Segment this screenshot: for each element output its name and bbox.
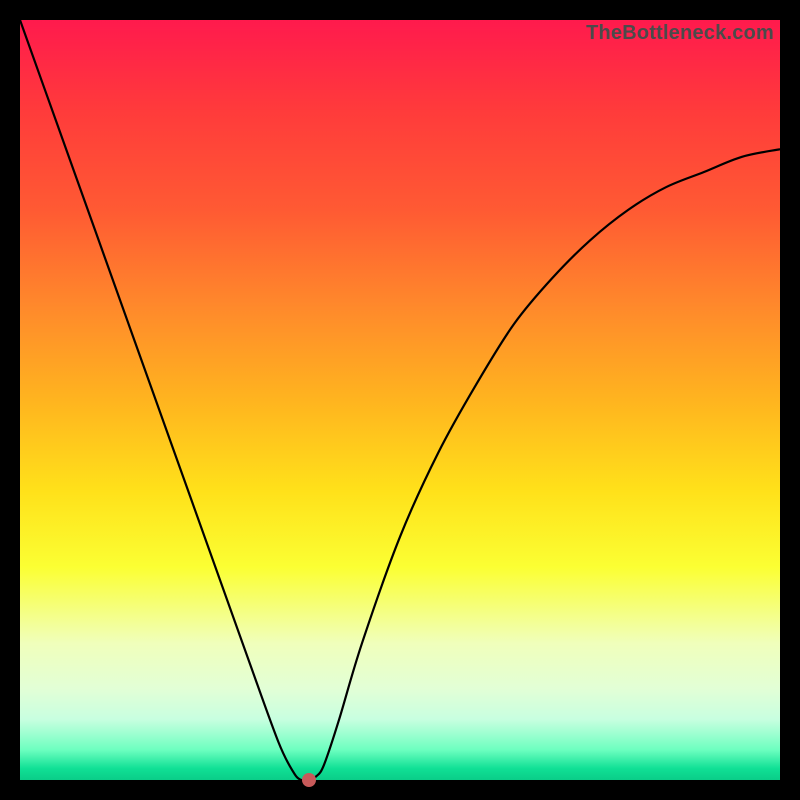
curve-svg <box>20 20 780 780</box>
curve-path <box>20 20 780 780</box>
chart-area: TheBottleneck.com <box>20 20 780 780</box>
minimum-marker-dot <box>302 773 316 787</box>
